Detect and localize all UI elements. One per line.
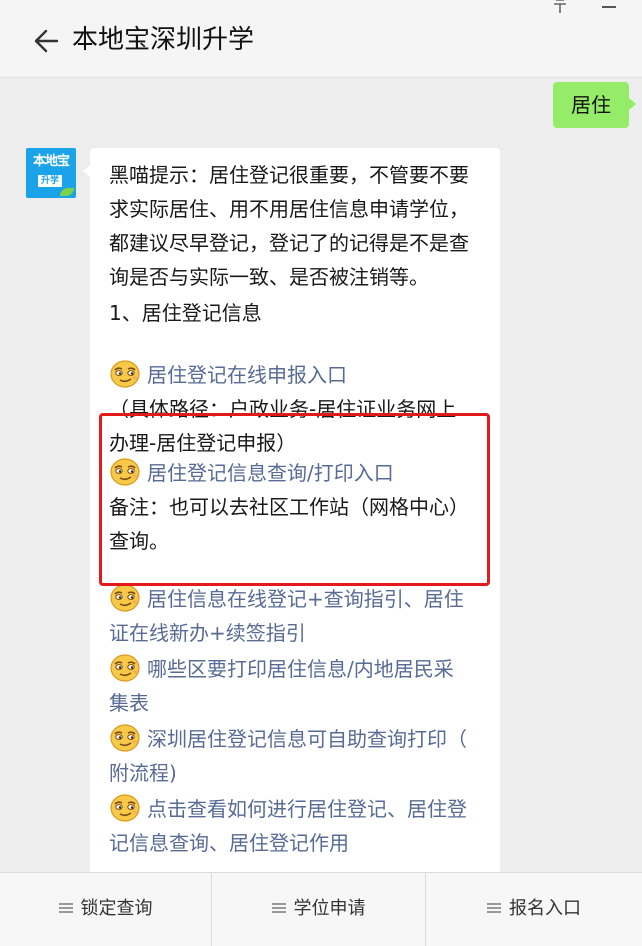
menu-item-label: 学位申请 (293, 898, 366, 919)
link-registration-query[interactable]: 居住登记信息查询/打印入口 (109, 456, 394, 490)
link-text[interactable]: 哪些区要打印居住信息/内地居民采 (147, 657, 454, 681)
note-line: 备注：也可以去社区工作站（网格中心） (109, 495, 469, 519)
smirk-emoji-icon (109, 793, 141, 823)
avatar-leaf-icon (60, 188, 74, 196)
incoming-message-bubble: 黑喵提示：居住登记很重要，不管要不要 求实际居住、用不用居住信息申请学位， 都建… (83, 148, 500, 872)
link-text[interactable]: 点击查看如何进行居住登记、居住登 (147, 797, 467, 821)
menu-item-school-application[interactable]: 学位申请 (211, 873, 425, 946)
minimize-icon[interactable] (602, 6, 616, 8)
avatar-text-bottom: 升学 (38, 175, 62, 187)
intro-line: 求实际居住、用不用居住信息申请学位， (109, 197, 469, 221)
menu-lines-icon (58, 903, 73, 913)
intro-line: 都建议尽早登记，登记了的记得是不是查 (109, 231, 469, 255)
outgoing-message-bubble[interactable]: 居住 (553, 82, 636, 128)
arrow-left-icon[interactable] (30, 26, 60, 56)
link-text[interactable]: 居住信息在线登记+查询指引、居住 (147, 587, 464, 611)
menu-lines-icon (487, 903, 501, 913)
bottom-menu-bar: 锁定查询 学位申请 报名入口 (0, 872, 642, 946)
chat-area[interactable]: 居住 本地宝 升学 黑喵提示：居住登记很重要，不管要不要 求实际居住、用不用居住… (0, 78, 642, 872)
link-text-continued[interactable]: 记信息查询、居住登记作用 (109, 826, 349, 860)
avatar[interactable]: 本地宝 升学 (26, 148, 76, 198)
link-self-service-print[interactable]: 深圳居住登记信息可自助查询打印（ (109, 722, 467, 756)
smirk-emoji-icon (109, 457, 141, 487)
link-text-continued[interactable]: 集表 (109, 686, 149, 720)
title-bar: 本地宝深圳升学 (0, 0, 642, 78)
smirk-emoji-icon (109, 653, 141, 683)
note-line: 查询。 (109, 529, 169, 553)
section-title: 1、居住登记信息 (109, 301, 262, 325)
smirk-emoji-icon (109, 359, 141, 389)
menu-item-label: 锁定查询 (80, 898, 153, 919)
pin-icon[interactable] (550, 0, 570, 14)
link-how-to-register[interactable]: 点击查看如何进行居住登记、居住登 (109, 792, 467, 826)
menu-lines-icon (271, 903, 286, 913)
menu-item-label: 报名入口 (509, 898, 581, 919)
link-districts-print[interactable]: 哪些区要打印居住信息/内地居民采 (109, 652, 454, 686)
link-text-continued[interactable]: 证在线新办+续签指引 (109, 616, 306, 650)
smirk-emoji-icon (109, 723, 141, 753)
link-text[interactable]: 居住登记在线申报入口 (147, 363, 347, 387)
menu-item-lock-query[interactable]: 锁定查询 (0, 873, 211, 946)
link-residence-registration[interactable]: 居住登记在线申报入口 (109, 358, 347, 392)
chat-title: 本地宝深圳升学 (72, 25, 255, 55)
smirk-emoji-icon (109, 583, 141, 613)
path-line: （具体路径：户政业务-居住证业务网上 (109, 397, 457, 421)
intro-line: 询是否与实际一致、是否被注销等。 (109, 265, 429, 289)
avatar-text-top: 本地宝 (32, 154, 70, 169)
intro-line: 黑喵提示：居住登记很重要，不管要不要 (109, 163, 469, 187)
link-text-continued[interactable]: 附流程) (109, 756, 177, 790)
path-line: 办理-居住登记申报） (109, 431, 297, 455)
link-text[interactable]: 深圳居住登记信息可自助查询打印（ (147, 727, 467, 751)
link-text[interactable]: 居住登记信息查询/打印入口 (147, 461, 394, 485)
menu-item-registration-entry[interactable]: 报名入口 (425, 873, 642, 946)
link-online-guide[interactable]: 居住信息在线登记+查询指引、居住 (109, 582, 464, 616)
